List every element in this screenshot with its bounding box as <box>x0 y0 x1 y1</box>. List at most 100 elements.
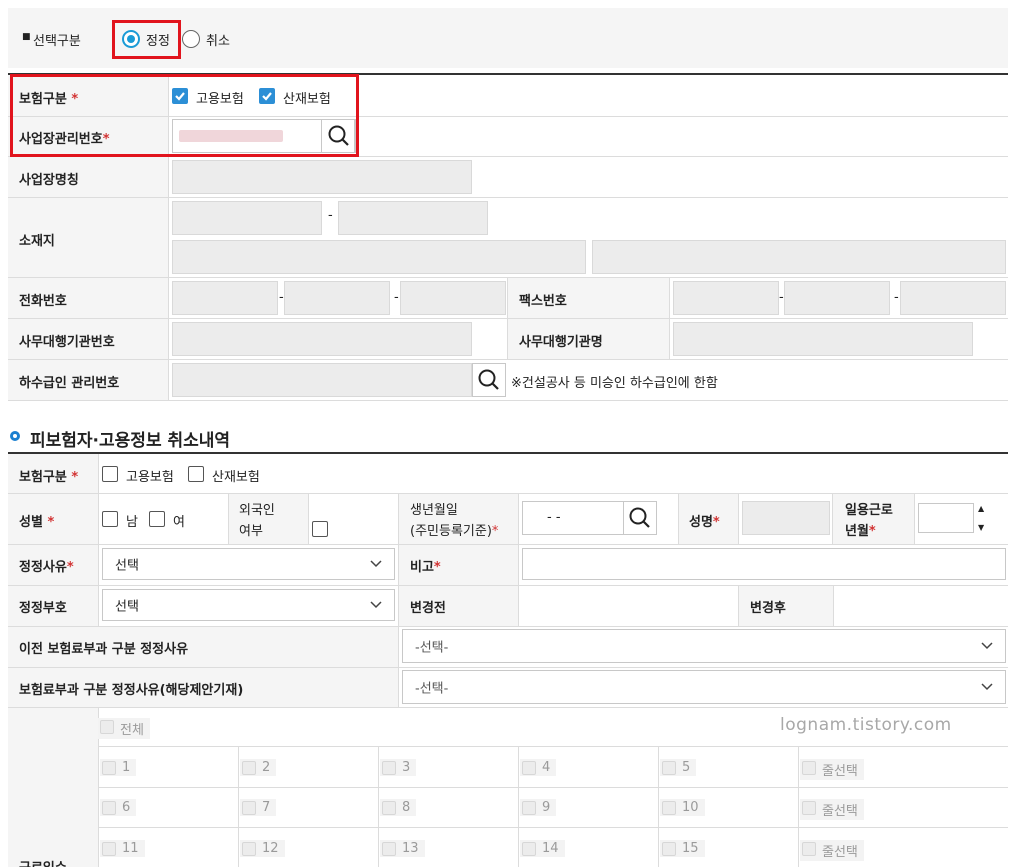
fax-dash-1: - <box>779 290 784 305</box>
chevron-down-icon <box>370 601 382 609</box>
search-icon <box>478 369 499 390</box>
phone-field-2 <box>284 281 390 315</box>
foreigner-label-1: 외국인 <box>239 503 275 518</box>
zipcode-dash: - <box>328 208 333 223</box>
section2-title: 피보험자·고용정보 취소내역 <box>30 431 231 451</box>
day-checkbox-6[interactable]: 6 <box>100 799 137 816</box>
day-checkbox-7[interactable]: 7 <box>240 799 277 816</box>
select-type-label: 선택구분 <box>33 34 81 49</box>
s2-industrial-checkbox[interactable] <box>188 466 204 482</box>
location-label: 소재지 <box>19 234 55 249</box>
day-checkbox-8[interactable]: 8 <box>380 799 417 816</box>
day-checkbox-12[interactable]: 12 <box>240 840 285 857</box>
day-checkbox-10[interactable]: 10 <box>660 799 705 816</box>
radio-cancel-label[interactable]: 취소 <box>206 30 230 49</box>
day-checkbox-5[interactable]: 5 <box>660 759 697 776</box>
chevron-down-icon <box>981 683 993 691</box>
note-input[interactable] <box>522 548 1006 580</box>
chevron-down-icon <box>370 560 382 568</box>
gender-label: 성별 * <box>19 515 55 530</box>
after-label: 변경후 <box>750 601 786 616</box>
name-field <box>742 501 830 535</box>
prev-reason-label: 이전 보험료부과 구분 정정사유 <box>19 642 189 657</box>
fax-dash-2: - <box>894 290 899 305</box>
workplace-name-field <box>172 160 472 194</box>
address-field-1 <box>172 240 586 274</box>
reason2-label: 보험료부과 구분 정정사유(해당제안기재) <box>19 683 244 698</box>
sub-no-label: 하수급인 관리번호 <box>19 376 120 391</box>
phone-field-1 <box>172 281 278 315</box>
phone-field-3 <box>400 281 506 315</box>
phone-dash-2: - <box>394 290 399 305</box>
reason-select[interactable]: 선택 <box>102 548 395 580</box>
highlight-box-radio <box>112 20 181 59</box>
workplace-name-label: 사업장명칭 <box>19 173 79 188</box>
phone-label: 전화번호 <box>19 294 67 309</box>
birth-label-1: 생년월일 <box>410 503 458 518</box>
s2-industrial-label[interactable]: 산재보험 <box>212 466 260 485</box>
female-checkbox[interactable] <box>149 511 165 527</box>
agency-name-label: 사무대행기관명 <box>519 335 603 350</box>
day-checkbox-3[interactable]: 3 <box>380 759 417 776</box>
day-checkbox-4[interactable]: 4 <box>520 759 557 776</box>
reason-label: 정정사유* <box>19 560 74 575</box>
day-checkbox-14[interactable]: 14 <box>520 840 565 857</box>
s2-insurance-type-label: 보험구분 * <box>19 470 79 485</box>
day-checkbox-11[interactable]: 11 <box>100 840 145 857</box>
male-checkbox[interactable] <box>102 511 118 527</box>
radio-cancel[interactable] <box>182 30 200 48</box>
name-label: 성명* <box>689 515 720 530</box>
fax-label: 팩스번호 <box>519 294 567 309</box>
phone-dash-1: - <box>279 290 284 305</box>
section2-bullet-icon <box>10 431 20 441</box>
row-select-1[interactable]: 줄선택 <box>800 759 864 780</box>
highlight-box-insurance <box>10 74 359 157</box>
chevron-down-icon <box>981 642 993 650</box>
zipcode-field-1 <box>172 201 322 235</box>
s2-employment-label[interactable]: 고용보험 <box>126 466 174 485</box>
birth-search-button[interactable] <box>623 501 657 535</box>
sub-no-field[interactable] <box>172 363 472 397</box>
male-label[interactable]: 남 <box>126 511 138 530</box>
agency-no-field <box>172 322 472 356</box>
all-days-checkbox[interactable]: 전체 <box>98 718 150 739</box>
spinner-down-icon[interactable]: ▼ <box>978 523 984 532</box>
agency-name-field <box>673 322 973 356</box>
sub-note: ※건설공사 등 미승인 하수급인에 한함 <box>511 376 718 391</box>
day-checkbox-9[interactable]: 9 <box>520 799 557 816</box>
birth-label-2: (주민등록기준)* <box>410 524 499 539</box>
spinner-up-icon[interactable]: ▲ <box>978 504 984 513</box>
day-checkbox-13[interactable]: 13 <box>380 840 425 857</box>
dayjob-input[interactable] <box>918 503 974 533</box>
day-checkbox-15[interactable]: 15 <box>660 840 705 857</box>
fax-field-3 <box>900 281 1006 315</box>
search-icon <box>629 507 650 528</box>
birth-input[interactable]: - - <box>522 501 657 535</box>
section2-top-border <box>8 452 1008 454</box>
day-checkbox-1[interactable]: 1 <box>100 759 137 776</box>
fax-field-1 <box>673 281 779 315</box>
foreigner-checkbox[interactable] <box>312 521 328 537</box>
days-label: 근로일수 <box>19 857 67 867</box>
code-select[interactable]: 선택 <box>102 589 395 621</box>
address-field-2 <box>592 240 1006 274</box>
select-type-bullet: ■ <box>22 32 31 42</box>
sub-search-button[interactable] <box>472 363 506 397</box>
prev-reason-select[interactable]: -선택- <box>402 629 1006 663</box>
row-select-2[interactable]: 줄선택 <box>800 799 864 820</box>
dayjob-label-1: 일용근로 <box>845 503 893 518</box>
dayjob-label-2: 년월* <box>845 524 876 539</box>
day-checkbox-2[interactable]: 2 <box>240 759 277 776</box>
birth-value: - - <box>547 510 561 525</box>
foreigner-label-2: 여부 <box>239 524 263 539</box>
before-label: 변경전 <box>410 601 446 616</box>
s2-employment-checkbox[interactable] <box>102 466 118 482</box>
reason2-select[interactable]: -선택- <box>402 670 1006 704</box>
agency-no-label: 사무대행기관번호 <box>19 335 115 350</box>
note-label: 비고* <box>410 560 441 575</box>
code-label: 정정부호 <box>19 601 67 616</box>
female-label[interactable]: 여 <box>173 511 185 530</box>
row-select-3[interactable]: 줄선택 <box>800 840 864 861</box>
zipcode-field-2 <box>338 201 488 235</box>
fax-field-2 <box>784 281 890 315</box>
